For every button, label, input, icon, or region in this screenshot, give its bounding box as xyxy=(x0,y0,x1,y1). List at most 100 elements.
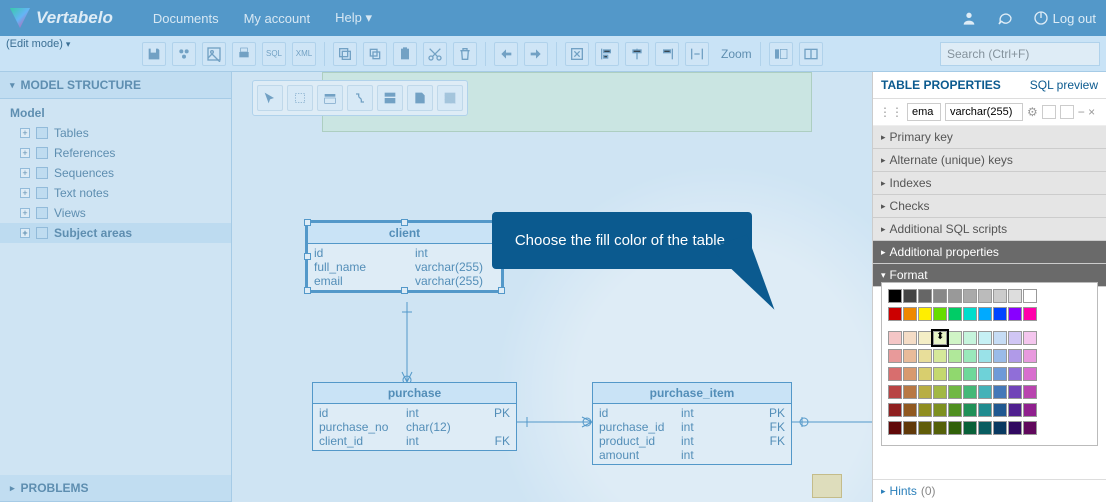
color-swatch[interactable] xyxy=(978,367,992,381)
color-swatch[interactable] xyxy=(948,331,962,345)
align-center-button[interactable] xyxy=(625,42,649,66)
section-alternate-unique-keys[interactable]: ▸Alternate (unique) keys xyxy=(873,149,1106,172)
color-swatch[interactable] xyxy=(993,385,1007,399)
sql-preview-link[interactable]: SQL preview xyxy=(1030,78,1098,92)
color-swatch[interactable] xyxy=(963,289,977,303)
pointer-tool[interactable] xyxy=(257,85,283,111)
table-purchase[interactable]: purchase idintPKpurchase_nochar(12)clien… xyxy=(312,382,517,451)
color-swatch[interactable] xyxy=(1023,331,1037,345)
color-swatch[interactable] xyxy=(933,331,947,345)
paste-button[interactable] xyxy=(393,42,417,66)
color-swatch[interactable] xyxy=(918,367,932,381)
color-swatch[interactable] xyxy=(978,385,992,399)
print-button[interactable] xyxy=(232,42,256,66)
color-swatch[interactable] xyxy=(948,367,962,381)
color-swatch[interactable] xyxy=(918,403,932,417)
color-swatch[interactable] xyxy=(933,307,947,321)
color-swatch[interactable] xyxy=(888,307,902,321)
distribute-button[interactable] xyxy=(685,42,709,66)
color-swatch[interactable] xyxy=(1023,403,1037,417)
color-swatch[interactable] xyxy=(1008,421,1022,435)
expand-icon[interactable]: + xyxy=(20,208,30,218)
color-swatch[interactable] xyxy=(948,349,962,363)
color-swatch[interactable] xyxy=(1023,385,1037,399)
section-indexes[interactable]: ▸Indexes xyxy=(873,172,1106,195)
nav-documents[interactable]: Documents xyxy=(153,11,219,26)
color-swatch[interactable] xyxy=(903,421,917,435)
color-swatch[interactable] xyxy=(1008,289,1022,303)
area-tool[interactable] xyxy=(437,85,463,111)
tree-item-views[interactable]: +Views xyxy=(0,203,231,223)
table-tool[interactable] xyxy=(317,85,343,111)
color-swatch[interactable] xyxy=(933,289,947,303)
undo-button[interactable] xyxy=(494,42,518,66)
color-swatch[interactable] xyxy=(1023,421,1037,435)
sql-button[interactable]: SQL xyxy=(262,42,286,66)
color-swatch[interactable] xyxy=(963,349,977,363)
color-swatch[interactable] xyxy=(918,421,932,435)
color-swatch[interactable] xyxy=(933,385,947,399)
color-swatch[interactable] xyxy=(1023,307,1037,321)
section-checks[interactable]: ▸Checks xyxy=(873,195,1106,218)
color-swatch[interactable] xyxy=(888,385,902,399)
tree-item-subject-areas[interactable]: +Subject areas xyxy=(0,223,231,243)
color-swatch[interactable] xyxy=(888,349,902,363)
color-swatch[interactable] xyxy=(918,349,932,363)
color-swatch[interactable] xyxy=(963,385,977,399)
logout-link[interactable]: Log out xyxy=(1033,10,1096,26)
color-swatch[interactable] xyxy=(903,289,917,303)
color-swatch[interactable] xyxy=(963,403,977,417)
color-swatch[interactable] xyxy=(978,307,992,321)
color-swatch[interactable] xyxy=(918,331,932,345)
checkbox-2[interactable] xyxy=(1060,105,1074,119)
color-swatch[interactable] xyxy=(1023,349,1037,363)
table-client[interactable]: client idintfull_namevarchar(255)emailva… xyxy=(307,222,502,291)
color-swatch[interactable] xyxy=(1023,367,1037,381)
fit-button[interactable] xyxy=(565,42,589,66)
section-additional-properties[interactable]: ▸Additional properties xyxy=(873,241,1106,264)
nav-help[interactable]: Help ▾ xyxy=(335,10,372,26)
color-swatch[interactable] xyxy=(888,289,902,303)
logo[interactable]: Vertabelo xyxy=(10,8,113,28)
duplicate-button[interactable] xyxy=(363,42,387,66)
color-swatch[interactable] xyxy=(963,331,977,345)
color-swatch[interactable] xyxy=(948,403,962,417)
color-swatch[interactable] xyxy=(948,421,962,435)
expand-icon[interactable]: + xyxy=(20,168,30,178)
color-swatch[interactable] xyxy=(1023,289,1037,303)
color-swatch[interactable] xyxy=(888,331,902,345)
nav-my-account[interactable]: My account xyxy=(244,11,310,26)
save-button[interactable] xyxy=(142,42,166,66)
user-icon[interactable] xyxy=(961,10,977,26)
image-button[interactable] xyxy=(202,42,226,66)
share-button[interactable] xyxy=(172,42,196,66)
column-type-input[interactable] xyxy=(945,103,1023,121)
color-swatch[interactable] xyxy=(963,421,977,435)
color-swatch[interactable] xyxy=(978,403,992,417)
color-swatch[interactable] xyxy=(933,349,947,363)
delete-button[interactable] xyxy=(453,42,477,66)
cut-button[interactable] xyxy=(423,42,447,66)
layout-2-button[interactable] xyxy=(799,42,823,66)
color-swatch[interactable] xyxy=(918,385,932,399)
color-swatch[interactable] xyxy=(888,367,902,381)
xml-button[interactable]: XML xyxy=(292,42,316,66)
hints-section[interactable]: ▸ Hints (0) xyxy=(873,479,1106,502)
color-swatch[interactable] xyxy=(888,403,902,417)
section-additional-sql-scripts[interactable]: ▸Additional SQL scripts xyxy=(873,218,1106,241)
color-swatch[interactable] xyxy=(993,307,1007,321)
redo-button[interactable] xyxy=(524,42,548,66)
tree-item-text-notes[interactable]: +Text notes xyxy=(0,183,231,203)
color-swatch[interactable] xyxy=(903,385,917,399)
color-swatch[interactable] xyxy=(948,289,962,303)
color-swatch[interactable] xyxy=(993,331,1007,345)
note-icon[interactable] xyxy=(812,474,842,498)
color-swatch[interactable] xyxy=(933,403,947,417)
tree-item-tables[interactable]: +Tables xyxy=(0,123,231,143)
color-swatch[interactable] xyxy=(948,385,962,399)
layout-1-button[interactable] xyxy=(769,42,793,66)
align-left-button[interactable] xyxy=(595,42,619,66)
search-input[interactable] xyxy=(940,42,1100,66)
table-purchase-item[interactable]: purchase_item idintPKpurchase_idintFKpro… xyxy=(592,382,792,465)
color-swatch[interactable] xyxy=(978,421,992,435)
